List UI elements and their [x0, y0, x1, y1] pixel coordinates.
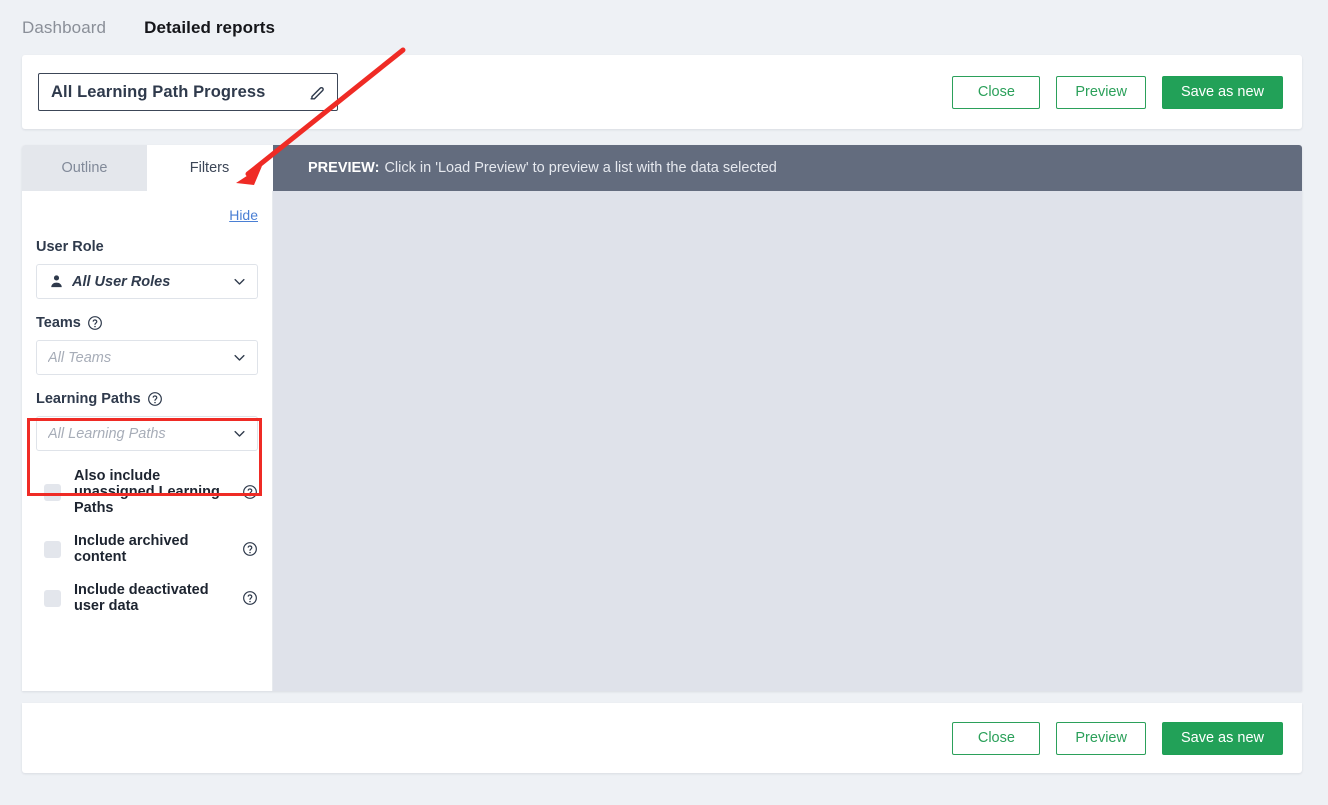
nav-item-detailed-reports[interactable]: Detailed reports	[144, 18, 275, 38]
tab-outline[interactable]: Outline	[22, 145, 147, 191]
top-navigation: Dashboard Detailed reports	[0, 0, 1328, 55]
field-teams: Teams All Teams	[36, 315, 258, 375]
preview-info-bar: PREVIEW: Click in 'Load Preview' to prev…	[273, 145, 1302, 191]
field-learning-paths: Learning Paths All Learning Paths	[36, 391, 258, 451]
checkbox-label: Also include unassigned Learning Paths	[74, 468, 220, 516]
tab-filters[interactable]: Filters	[147, 145, 272, 191]
report-title-text: All Learning Path Progress	[51, 82, 266, 101]
learning-paths-value: All Learning Paths	[48, 425, 166, 442]
app-page: Dashboard Detailed reports All Learning …	[0, 0, 1328, 805]
learning-paths-label: Learning Paths	[36, 391, 258, 407]
learning-paths-label-text: Learning Paths	[36, 391, 141, 407]
preview-message: Click in 'Load Preview' to preview a lis…	[384, 160, 777, 176]
nav-item-dashboard[interactable]: Dashboard	[22, 18, 106, 38]
help-icon[interactable]	[147, 391, 163, 407]
pencil-icon[interactable]	[308, 83, 327, 102]
help-icon[interactable]	[242, 541, 258, 557]
save-as-new-button[interactable]: Save as new	[1161, 75, 1283, 109]
checkbox-row-deactivated-user-data: Include deactivated user data	[36, 582, 258, 614]
teams-label-text: Teams	[36, 315, 81, 331]
teams-label: Teams	[36, 315, 258, 331]
checkbox-deactivated-user-data[interactable]	[44, 589, 61, 607]
report-header-card: All Learning Path Progress Close Preview…	[22, 55, 1302, 129]
footer-actions: Close Preview Save as new	[952, 721, 1283, 755]
hide-row: Hide	[36, 191, 258, 223]
checkbox-label: Include archived content	[74, 533, 189, 565]
preview-prefix: PREVIEW:	[308, 160, 380, 176]
chevron-down-icon[interactable]	[232, 274, 247, 289]
user-role-select[interactable]: All User Roles	[36, 264, 258, 299]
preview-content-area	[273, 191, 1302, 691]
close-button[interactable]: Close	[952, 75, 1041, 109]
preview-button[interactable]: Preview	[1056, 75, 1146, 109]
user-role-label: User Role	[36, 239, 258, 255]
hide-filters-link[interactable]: Hide	[229, 207, 258, 223]
save-as-new-button[interactable]: Save as new	[1161, 721, 1283, 755]
checkbox-unassigned-learning-paths[interactable]	[44, 483, 61, 501]
header-actions: Close Preview Save as new	[952, 75, 1286, 109]
filters-sidebar: Hide User Role All User Roles Teams All …	[22, 191, 273, 691]
chevron-down-icon[interactable]	[232, 426, 247, 441]
checkbox-row-unassigned-learning-paths: Also include unassigned Learning Paths	[36, 468, 258, 516]
chevron-down-icon[interactable]	[232, 350, 247, 365]
close-button[interactable]: Close	[952, 721, 1041, 755]
checkbox-row-archived-content: Include archived content	[36, 533, 258, 565]
help-icon[interactable]	[242, 484, 258, 500]
preview-button[interactable]: Preview	[1056, 721, 1146, 755]
report-title-input[interactable]: All Learning Path Progress	[38, 73, 338, 111]
user-role-label-text: User Role	[36, 239, 104, 255]
person-icon	[51, 275, 62, 288]
tab-bar: Outline Filters	[22, 145, 272, 191]
help-icon[interactable]	[242, 590, 258, 606]
report-footer-card: Close Preview Save as new	[22, 703, 1302, 773]
teams-select[interactable]: All Teams	[36, 340, 258, 375]
learning-paths-select[interactable]: All Learning Paths	[36, 416, 258, 451]
help-icon[interactable]	[87, 315, 103, 331]
field-user-role: User Role All User Roles	[36, 239, 258, 299]
report-body-card: Outline Filters PREVIEW: Click in 'Load …	[22, 145, 1302, 691]
checkbox-label: Include deactivated user data	[74, 582, 209, 614]
user-role-value: All User Roles	[72, 273, 171, 290]
teams-value: All Teams	[48, 349, 112, 366]
checkbox-archived-content[interactable]	[44, 540, 61, 558]
